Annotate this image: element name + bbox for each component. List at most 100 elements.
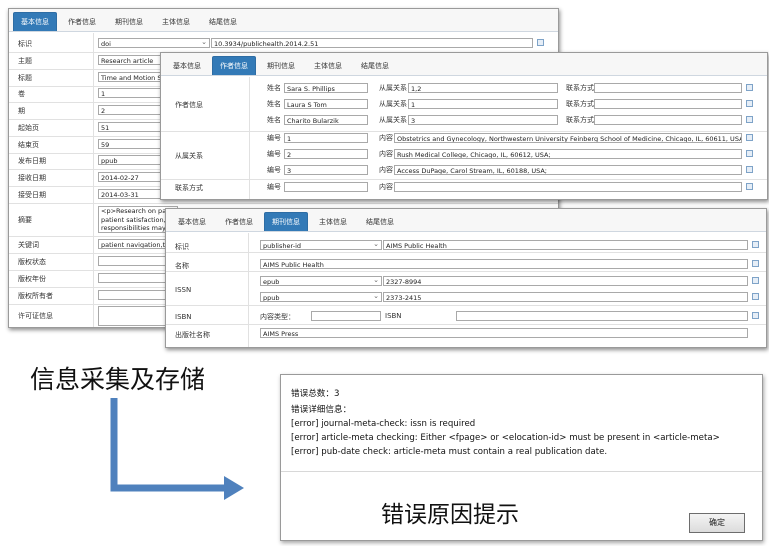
author-name-field[interactable]: Sara S. Phillips: [284, 83, 368, 93]
journal-name-label: 名称: [175, 262, 189, 270]
author-name-label: 姓名: [267, 116, 281, 124]
author-affil-field[interactable]: 1,2: [408, 83, 558, 93]
affil-id-field[interactable]: 1: [284, 133, 368, 143]
tab-author-info[interactable]: 作者信息: [217, 212, 261, 231]
affil-content-field[interactable]: Obstetrics and Gynecology, Northwestern …: [394, 133, 742, 143]
author-name-label: 姓名: [267, 100, 281, 108]
isbn-inner-label: ISBN: [385, 312, 402, 320]
issn-type-select[interactable]: ppub: [260, 292, 382, 302]
edit-icon[interactable]: [746, 150, 753, 157]
author-affil-field[interactable]: 1: [408, 99, 558, 109]
field-label: 结束页: [18, 141, 39, 149]
affil-id-label: 编号: [267, 150, 281, 158]
author-affil-label: 从属关系: [379, 84, 407, 92]
abstract-line: patient satisfaction, ar: [101, 215, 175, 224]
tab-author-info[interactable]: 作者信息: [212, 56, 256, 75]
author-info-panel: 基本信息 作者信息 期刊信息 主体信息 结尾信息 作者信息 姓名 Sara S.…: [160, 52, 768, 200]
ok-button[interactable]: 确定: [689, 513, 745, 533]
field-label: 发布日期: [18, 157, 46, 165]
affil-content-label: 内容: [379, 150, 393, 158]
affil-group-label: 从属关系: [175, 152, 203, 160]
tab-end-info[interactable]: 结尾信息: [201, 12, 245, 31]
error-reason-caption: 错误原因提示: [381, 502, 519, 528]
field-label: 接受日期: [18, 191, 46, 199]
collect-store-caption: 信息采集及存储: [30, 365, 206, 394]
issn-value-field[interactable]: 2327-8994: [383, 276, 748, 286]
tab-basic-info[interactable]: 基本信息: [165, 56, 209, 75]
edit-icon[interactable]: [752, 312, 759, 319]
tab-journal-info[interactable]: 期刊信息: [259, 56, 303, 75]
error-dialog: 错误总数：3 错误详细信息： [error] journal-meta-chec…: [280, 374, 763, 541]
tab-author-info[interactable]: 作者信息: [60, 12, 104, 31]
field-label: 卷: [18, 90, 25, 98]
tab-basic-info[interactable]: 基本信息: [13, 12, 57, 31]
tab-body-info[interactable]: 主体信息: [311, 212, 355, 231]
tab-basic-info[interactable]: 基本信息: [170, 212, 214, 231]
affil-content-field[interactable]: Rush Medical College, Chicago, IL, 60612…: [394, 149, 742, 159]
error-message: [error] journal-meta-check: issn is requ…: [291, 419, 476, 429]
tab-body-info[interactable]: 主体信息: [306, 56, 350, 75]
issn-value-field[interactable]: 2373-2415: [383, 292, 748, 302]
affil-id-label: 编号: [267, 134, 281, 142]
contact-content-field[interactable]: [394, 182, 742, 192]
edit-icon[interactable]: [752, 241, 759, 248]
edit-icon[interactable]: [537, 39, 544, 46]
edit-icon[interactable]: [746, 183, 753, 190]
edit-icon[interactable]: [752, 260, 759, 267]
author-contact-label: 联系方式: [566, 116, 594, 124]
author-group-label: 作者信息: [175, 101, 203, 109]
tab-end-info[interactable]: 结尾信息: [353, 56, 397, 75]
journal-id-type-select[interactable]: publisher-id: [260, 240, 382, 250]
error-count-label: 错误总数：3: [291, 389, 340, 399]
affil-id-label: 编号: [267, 166, 281, 174]
identifier-type-select[interactable]: doi: [98, 38, 210, 48]
journal-info-panel: 基本信息 作者信息 期刊信息 主体信息 结尾信息 标识 publisher-id…: [165, 208, 767, 348]
journal-name-field[interactable]: AIMS Public Health: [260, 259, 748, 269]
journal-id-value-field[interactable]: AIMS Public Health: [383, 240, 748, 250]
author-contact-field[interactable]: [594, 83, 742, 93]
error-message: [error] pub-date check: article-meta mus…: [291, 447, 608, 457]
field-label: 版权年份: [18, 275, 46, 283]
publisher-label: 出版社名称: [175, 331, 210, 339]
edit-icon[interactable]: [746, 100, 753, 107]
abstract-line: responsibilities may lo: [101, 224, 174, 232]
isbn-label: ISBN: [175, 313, 192, 321]
edit-icon[interactable]: [746, 116, 753, 123]
edit-icon[interactable]: [752, 293, 759, 300]
edit-icon[interactable]: [746, 84, 753, 91]
field-label: 起始页: [18, 124, 39, 132]
field-label: 版权所有者: [18, 292, 53, 300]
author-name-field[interactable]: Laura S Tom: [284, 99, 368, 109]
flow-arrow-icon: [110, 398, 244, 500]
issn-label: ISSN: [175, 286, 192, 294]
author-contact-field[interactable]: [594, 115, 742, 125]
edit-icon[interactable]: [746, 166, 753, 173]
tab-journal-info[interactable]: 期刊信息: [264, 212, 308, 231]
affil-content-field[interactable]: Access DuPage, Carol Stream, IL, 60188, …: [394, 165, 742, 175]
issn-type-select[interactable]: epub: [260, 276, 382, 286]
edit-icon[interactable]: [746, 134, 753, 141]
author-name-field[interactable]: Charito Bularzik: [284, 115, 368, 125]
author-contact-field[interactable]: [594, 99, 742, 109]
contact-id-field[interactable]: [284, 182, 368, 192]
isbn-field[interactable]: [456, 311, 748, 321]
field-label: 标题: [18, 74, 32, 82]
publisher-field[interactable]: AIMS Press: [260, 328, 748, 338]
author-affil-field[interactable]: 3: [408, 115, 558, 125]
tab-end-info[interactable]: 结尾信息: [358, 212, 402, 231]
affil-id-field[interactable]: 2: [284, 149, 368, 159]
field-label: 关键词: [18, 241, 39, 249]
tab-body-info[interactable]: 主体信息: [154, 12, 198, 31]
field-label: 主题: [18, 57, 32, 65]
author-affil-label: 从属关系: [379, 100, 407, 108]
tab-journal-info[interactable]: 期刊信息: [107, 12, 151, 31]
affil-id-field[interactable]: 3: [284, 165, 368, 175]
affil-content-label: 内容: [379, 166, 393, 174]
field-label: 期: [18, 107, 25, 115]
content-type-field[interactable]: [311, 311, 381, 321]
field-label: 摘要: [18, 216, 32, 224]
edit-icon[interactable]: [752, 277, 759, 284]
field-label: 版权状态: [18, 258, 46, 266]
identifier-value-field[interactable]: 10.3934/publichealth.2014.2.51: [211, 38, 533, 48]
error-detail-label: 错误详细信息：: [291, 405, 352, 415]
